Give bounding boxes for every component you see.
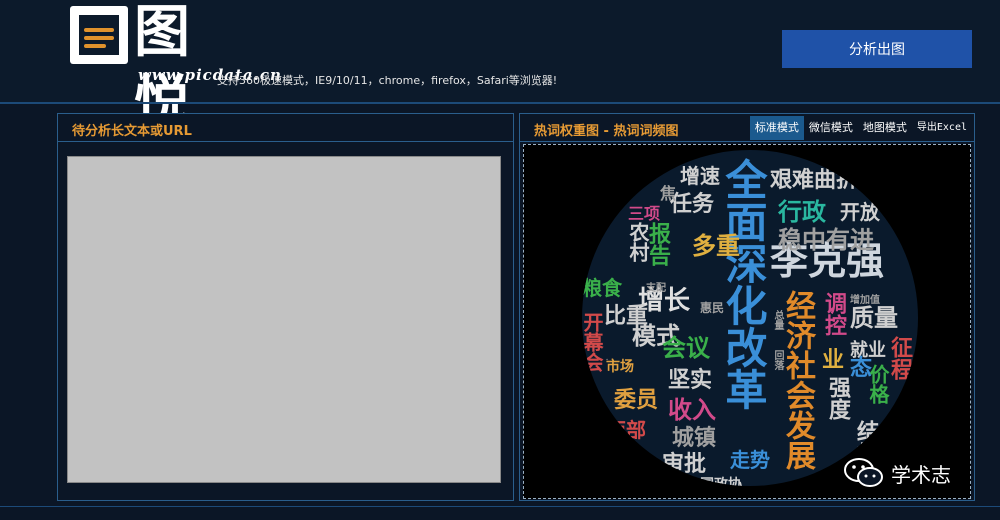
cloud-word: 回落 <box>772 350 783 370</box>
analyze-button[interactable]: 分析出图 <box>782 30 972 68</box>
browser-support-note: 支持360极速模式，IE9/10/11，chrome，firefox，Safar… <box>217 74 558 87</box>
cloud-word: 收入 <box>668 396 716 424</box>
panel-title: 热词权重图 - 热词词频图 <box>534 124 679 139</box>
logo-mark-icon <box>70 6 128 64</box>
header-divider <box>0 102 1000 104</box>
cloud-word: 支配 <box>646 283 666 294</box>
wechat-account-badge: 学术志 <box>843 456 951 490</box>
cloud-word: 会议 <box>662 334 710 362</box>
site-logo[interactable]: 图悦 www.picdata.cn <box>68 0 281 135</box>
cloud-word: 强度 <box>825 376 850 420</box>
panel-header: 热词权重图 - 热词词频图 标准模式 微信模式 地图模式 导出Excel <box>520 114 974 142</box>
bottom-bar <box>0 506 1000 520</box>
cloud-word: 质量 <box>850 304 898 332</box>
cloud-word: 焦 <box>660 184 677 203</box>
panel-title: 待分析长文本或URL <box>72 124 192 139</box>
panel-header: 待分析长文本或URL <box>58 114 513 142</box>
cloud-word: 增加值 <box>850 295 880 306</box>
cloud-word: 稳中有进 <box>778 226 874 254</box>
wechat-account-name: 学术志 <box>891 462 951 487</box>
cloud-word: 多重 <box>692 232 740 260</box>
word-cloud-canvas[interactable]: 全面深化改革 李克强 经济社会发展 艰难曲折 行政 开放 稳中有进 增速 任务 … <box>523 144 971 499</box>
cloud-word: 行政 <box>778 198 826 226</box>
cloud-word: 全面深化改革 <box>719 158 768 410</box>
cloud-word: 开放 <box>840 200 880 224</box>
cloud-word: 增速 <box>680 164 720 188</box>
cloud-word: 走势 <box>730 448 770 472</box>
cloud-word: 调控 <box>821 292 846 336</box>
cloud-word: 市场 <box>606 359 634 375</box>
cloud-word: 总量 <box>772 310 783 330</box>
cloud-word: 委员 <box>614 388 659 413</box>
word-cloud-panel: 热词权重图 - 热词词频图 标准模式 微信模式 地图模式 导出Excel 全面深… <box>519 113 975 501</box>
wechat-icon <box>843 456 885 490</box>
cloud-word: 态 <box>850 356 873 381</box>
cloud-word: 征程 <box>887 336 912 380</box>
cloud-word: 惠民 <box>700 301 725 315</box>
cloud-word: 西部 <box>606 418 646 442</box>
tab-wechat-mode[interactable]: 微信模式 <box>804 116 858 140</box>
cloud-word: 粮食 <box>582 276 622 300</box>
mode-tabs: 标准模式 微信模式 地图模式 导出Excel <box>749 116 972 140</box>
long-text-input[interactable] <box>67 156 501 483</box>
cloud-word: 坚实 <box>668 368 713 393</box>
cloud-word: 经济社会发展 <box>780 290 815 470</box>
cloud-word: 艰难曲折 <box>770 168 859 193</box>
cloud-word: 城镇 <box>672 426 717 451</box>
tab-export-excel[interactable]: 导出Excel <box>912 116 972 140</box>
word-cloud: 全面深化改革 李克强 经济社会发展 艰难曲折 行政 开放 稳中有进 增速 任务 … <box>582 150 918 486</box>
cloud-word: 全国政协 <box>686 477 742 486</box>
cloud-word: 市场 <box>606 360 608 361</box>
cloud-word: 审批 <box>662 452 707 477</box>
text-input-panel: 待分析长文本或URL <box>57 113 514 501</box>
cloud-word: 农村 <box>626 222 650 262</box>
tab-map-mode[interactable]: 地图模式 <box>858 116 912 140</box>
cloud-word: 任务 <box>670 192 715 217</box>
cloud-word: 三项 <box>628 204 661 223</box>
cloud-word: 业 <box>822 348 845 373</box>
header-bar: 图悦 www.picdata.cn 支持360极速模式，IE9/10/11，ch… <box>0 0 1000 135</box>
tab-standard-mode[interactable]: 标准模式 <box>749 116 804 140</box>
cloud-word: 开幕会 <box>582 312 604 372</box>
